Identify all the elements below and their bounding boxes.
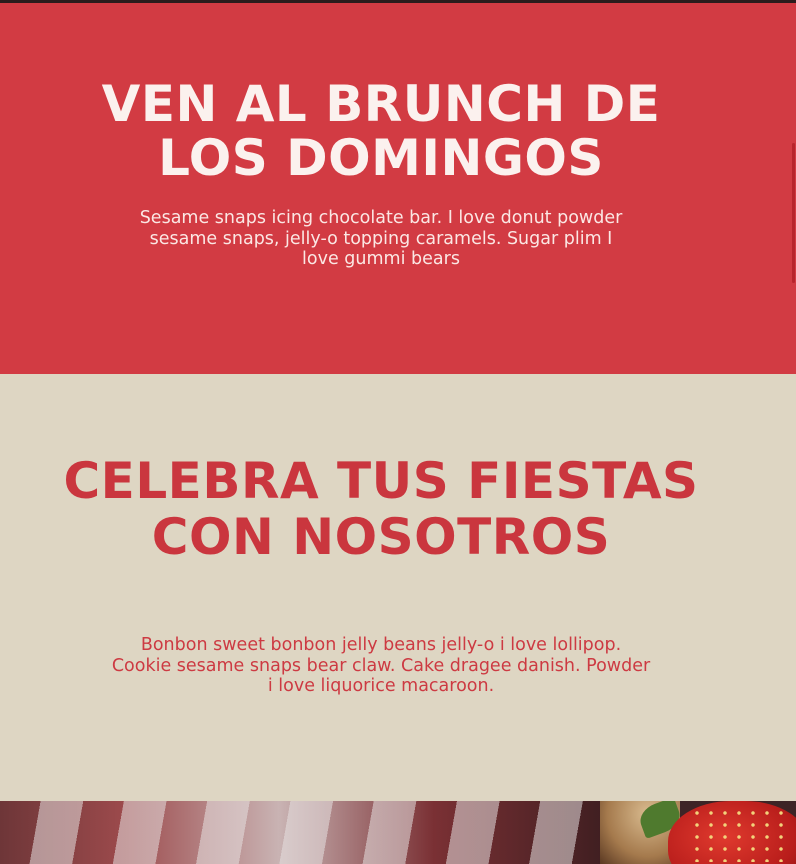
brunch-title: VEN AL BRUNCH DE LOS DOMINGOS xyxy=(101,75,661,187)
fiestas-section: CELEBRA TUS FIESTAS CON NOSOTROS Bonbon … xyxy=(0,374,796,801)
strawberry-seeds-image xyxy=(690,807,790,862)
fiestas-title: CELEBRA TUS FIESTAS CON NOSOTROS xyxy=(63,452,699,566)
brunch-description: Sesame snaps icing chocolate bar. I love… xyxy=(139,208,623,269)
scrollbar-thumb[interactable] xyxy=(792,143,795,283)
tablecloth-image xyxy=(0,801,620,864)
fiestas-description: Bonbon sweet bonbon jelly beans jelly-o … xyxy=(111,635,651,696)
brunch-section: VEN AL BRUNCH DE LOS DOMINGOS Sesame sna… xyxy=(0,3,796,374)
food-photo xyxy=(0,801,796,864)
